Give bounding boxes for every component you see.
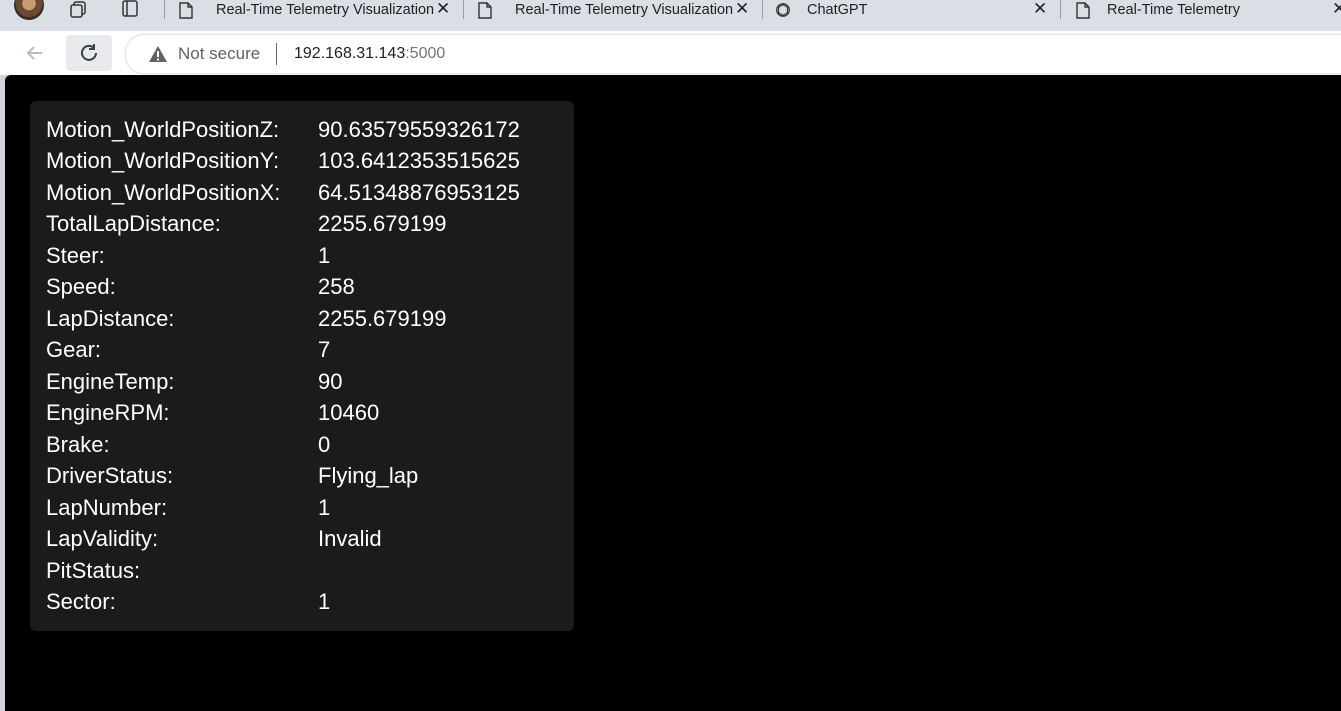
telemetry-key: EngineRPM: <box>46 400 170 425</box>
close-tab-icon[interactable]: ✕ <box>1332 0 1341 19</box>
tab-separator <box>1060 0 1061 19</box>
close-tab-icon[interactable]: ✕ <box>735 0 749 19</box>
telemetry-value: 2255.679199 <box>318 211 447 236</box>
telemetry-key: LapValidity: <box>46 526 159 551</box>
telemetry-value: 258 <box>318 274 355 299</box>
telemetry-key: Motion_WorldPositionZ: <box>46 117 280 142</box>
page-icon <box>178 1 194 19</box>
tab-title: Real-Time Telemetry <box>1107 2 1240 18</box>
omnibox-divider <box>276 43 277 65</box>
telemetry-key: TotalLapDistance: <box>46 211 221 236</box>
telemetry-value: 7 <box>318 337 331 362</box>
back-arrow-icon <box>26 46 42 60</box>
page-icon <box>1075 1 1091 19</box>
page-viewport: Motion_WorldPositionZ: 90.63579559326172 … <box>5 75 1341 711</box>
reload-icon <box>81 44 97 61</box>
back-button[interactable] <box>18 36 52 70</box>
telemetry-value: Flying_lap <box>318 463 419 488</box>
telemetry-value: 2255.679199 <box>318 306 447 331</box>
telemetry-value: 103.6412353515625 <box>318 148 520 173</box>
telemetry-key: LapDistance: <box>46 306 175 331</box>
tab-title: ChatGPT <box>807 2 868 18</box>
telemetry-value: 1 <box>318 495 331 520</box>
telemetry-key: PitStatus: <box>46 558 141 583</box>
tab-title: Real-Time Telemetry Visualization <box>216 2 434 18</box>
tab-separator <box>762 0 763 19</box>
telemetry-value: 90.63579559326172 <box>318 117 520 142</box>
telemetry-value: 1 <box>318 589 331 614</box>
chatgpt-icon <box>775 2 791 18</box>
close-tab-icon[interactable]: ✕ <box>436 0 450 19</box>
telemetry-value: 0 <box>318 432 331 457</box>
telemetry-key: Gear: <box>46 337 102 362</box>
telemetry-value: 64.51348876953125 <box>318 180 520 205</box>
telemetry-key: Speed: <box>46 274 116 299</box>
tab-1[interactable]: Real-Time Telemetry Visualization ✕ <box>178 0 454 20</box>
address-bar[interactable]: Not secure 192.168.31.143:5000 <box>125 34 1341 74</box>
tab-title: Real-Time Telemetry Visualization <box>515 2 733 18</box>
url-host: 192.168.31.143 <box>294 45 406 62</box>
telemetry-panel: Motion_WorldPositionZ: 90.63579559326172 … <box>30 101 574 631</box>
tab-2[interactable]: Real-Time Telemetry Visualization ✕ <box>477 0 753 20</box>
telemetry-key: Brake: <box>46 432 110 457</box>
telemetry-value: Invalid <box>318 526 382 551</box>
close-tab-icon[interactable]: ✕ <box>1033 0 1047 19</box>
telemetry-value: 10460 <box>318 400 380 425</box>
profile-avatar[interactable] <box>14 0 44 20</box>
url-text[interactable]: 192.168.31.143:5000 <box>294 45 445 63</box>
security-label[interactable]: Not secure <box>178 44 260 64</box>
telemetry-value: 90 <box>318 369 343 394</box>
tab-4[interactable]: Real-Time Telemetry ✕ <box>1075 0 1341 20</box>
telemetry-key: LapNumber: <box>46 495 168 520</box>
workspaces-icon[interactable] <box>68 0 88 18</box>
telemetry-value: 1 <box>318 243 331 268</box>
warning-icon[interactable] <box>148 45 168 68</box>
tab-strip: Real-Time Telemetry Visualization ✕ Real… <box>0 0 1341 31</box>
telemetry-key: DriverStatus: <box>46 463 174 488</box>
telemetry-key: EngineTemp: <box>46 369 175 394</box>
telemetry-key: Motion_WorldPositionX: <box>46 180 281 205</box>
url-port: :5000 <box>405 45 446 62</box>
tab-separator <box>463 0 464 19</box>
telemetry-key: Steer: <box>46 243 105 268</box>
telemetry-key: Motion_WorldPositionY: <box>46 148 280 173</box>
page-icon <box>477 1 493 19</box>
tab-separator <box>164 0 165 19</box>
browser-toolbar: Not secure 192.168.31.143:5000 <box>0 31 1341 75</box>
telemetry-key: Sector: <box>46 589 116 614</box>
tab-3[interactable]: ChatGPT ✕ <box>775 0 1055 20</box>
reload-button[interactable] <box>66 35 112 71</box>
tab-actions-icon[interactable] <box>120 0 140 18</box>
